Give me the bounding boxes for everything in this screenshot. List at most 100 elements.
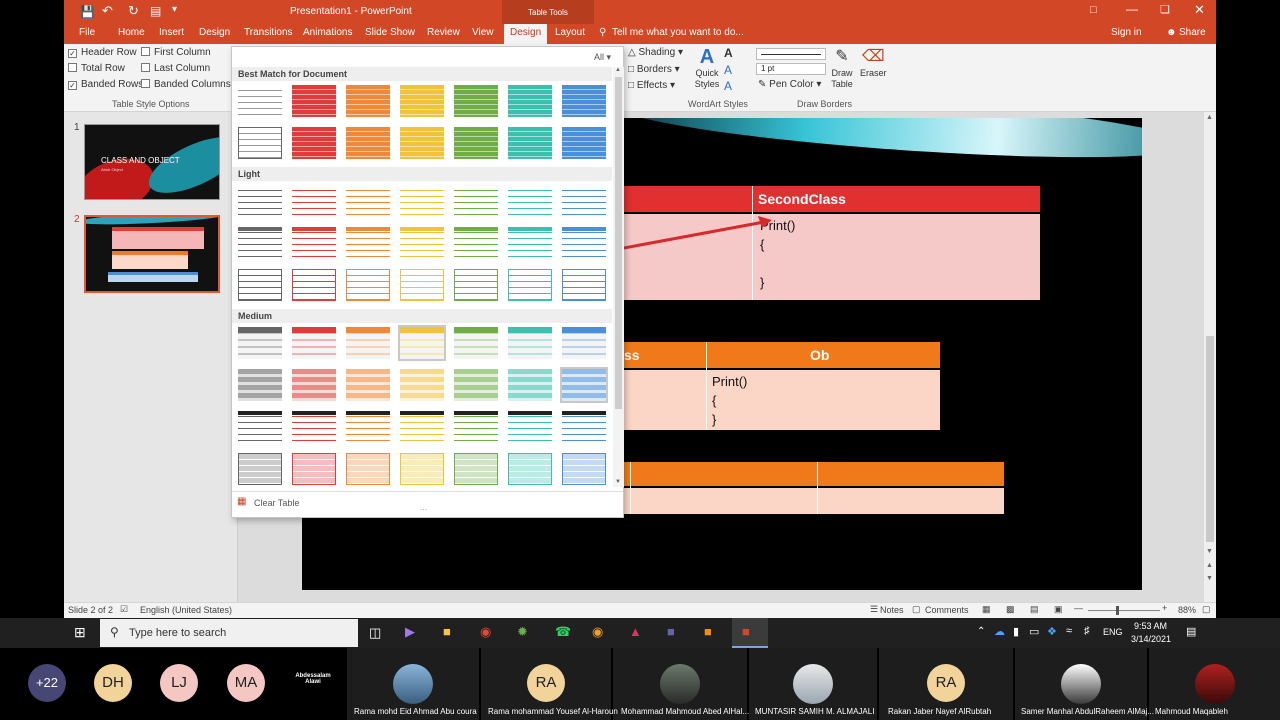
shading-button[interactable]: △ Shading ▾ <box>628 47 683 58</box>
table-style-swatch[interactable] <box>454 411 498 443</box>
eraser-button[interactable]: ⌫ Eraser <box>860 46 887 79</box>
gallery-scrollbar-thumb[interactable] <box>615 77 622 409</box>
zoom-in-icon[interactable]: + <box>1162 603 1167 613</box>
table-style-swatch[interactable] <box>346 453 390 485</box>
table3-body-row[interactable] <box>624 488 1004 514</box>
table-style-swatch[interactable] <box>454 185 498 217</box>
table-style-swatch[interactable] <box>292 369 336 401</box>
undo-icon[interactable]: ↶ <box>102 3 113 19</box>
resize-grip-icon[interactable]: ⋯ <box>420 506 427 514</box>
tab-table-layout[interactable]: Layout <box>555 27 585 38</box>
more-participants-badge[interactable]: +22 <box>28 664 66 702</box>
table-style-swatch[interactable] <box>400 453 444 485</box>
slideshow-from-start-icon[interactable]: ▤ <box>150 4 161 18</box>
browser-icon[interactable]: ◉ <box>592 624 603 640</box>
table-style-swatch[interactable] <box>454 127 498 159</box>
teams-icon[interactable]: ■ <box>667 624 675 639</box>
header-row-checkbox[interactable]: ✓ Header Row <box>68 47 137 58</box>
table1-header-cell[interactable]: SecondClass <box>758 191 846 207</box>
table-style-swatch[interactable] <box>238 227 282 259</box>
close-icon[interactable]: ✕ <box>1194 2 1205 18</box>
effects-button[interactable]: □ Effects ▾ <box>628 80 675 91</box>
battery-icon[interactable]: ▭ <box>1029 625 1039 638</box>
gallery-filter[interactable]: All ▾ <box>594 52 611 63</box>
table-style-swatch[interactable] <box>238 185 282 217</box>
tab-view[interactable]: View <box>472 27 494 38</box>
file-explorer-icon[interactable]: ■ <box>443 624 451 639</box>
tab-animations[interactable]: Animations <box>303 27 352 38</box>
table-style-swatch[interactable] <box>508 269 552 301</box>
comments-button[interactable]: Comments <box>925 605 969 615</box>
whatsapp-icon[interactable]: ☎ <box>555 624 571 640</box>
table2-header-row[interactable] <box>624 342 940 368</box>
table-style-swatch[interactable] <box>398 325 446 361</box>
text-effects-icon[interactable]: A <box>724 79 732 93</box>
customize-toolbar-icon[interactable]: ▾ <box>172 4 177 15</box>
powerpoint-taskbar-button[interactable]: ■ <box>732 618 768 648</box>
table-style-swatch[interactable] <box>400 227 444 259</box>
banded-columns-checkbox[interactable]: Banded Columns <box>141 79 231 90</box>
zoom-level[interactable]: 88% <box>1178 605 1196 615</box>
clock-time[interactable]: 9:53 AM <box>1134 621 1167 631</box>
table-style-swatch[interactable] <box>292 327 336 359</box>
previous-slide-icon[interactable]: ▲ <box>1206 562 1213 569</box>
ribbon-display-icon[interactable]: □ <box>1090 4 1097 16</box>
table-style-swatch[interactable] <box>454 227 498 259</box>
fit-to-window-icon[interactable]: ▢ <box>1202 604 1211 615</box>
table-style-swatch[interactable] <box>292 453 336 485</box>
tab-review[interactable]: Review <box>427 27 460 38</box>
show-hidden-icons[interactable]: ⌃ <box>977 626 985 637</box>
table-style-swatch[interactable] <box>454 453 498 485</box>
app-orange-icon[interactable]: ■ <box>704 624 712 639</box>
table-style-swatch[interactable] <box>454 327 498 359</box>
table-style-swatch[interactable] <box>238 85 282 117</box>
banded-rows-checkbox[interactable]: ✓ Banded Rows <box>68 79 143 90</box>
share-button[interactable]: Share <box>1179 27 1206 38</box>
last-column-checkbox[interactable]: Last Column <box>141 63 210 74</box>
tab-file[interactable]: File <box>79 27 95 38</box>
table-style-swatch[interactable] <box>346 411 390 443</box>
table-style-swatch[interactable] <box>562 127 606 159</box>
onedrive-icon[interactable]: ☁ <box>994 625 1005 638</box>
clear-table-button[interactable]: Clear Table <box>254 498 299 508</box>
zoom-slider[interactable] <box>1088 610 1160 611</box>
table-style-swatch[interactable] <box>508 227 552 259</box>
table-style-swatch[interactable] <box>346 269 390 301</box>
share-icon[interactable]: ☻ <box>1166 27 1177 38</box>
table-style-swatch[interactable] <box>346 85 390 117</box>
restore-icon[interactable]: ❏ <box>1160 3 1170 16</box>
taskbar-search-box[interactable]: ⚲ Type here to search <box>100 619 358 647</box>
table-style-swatch[interactable] <box>238 269 282 301</box>
tell-me-input[interactable]: Tell me what you want to do... <box>612 27 744 38</box>
participant-avatar-dh[interactable]: DH <box>94 664 132 702</box>
volume-icon[interactable]: ♯ <box>1084 625 1090 637</box>
zoom-slider-thumb[interactable] <box>1116 606 1119 615</box>
input-language[interactable]: ENG <box>1103 627 1123 637</box>
tab-transitions[interactable]: Transitions <box>244 27 293 38</box>
scrollbar-thumb[interactable] <box>1206 336 1214 542</box>
participant-avatar-lj[interactable]: LJ <box>160 664 198 702</box>
table-style-swatch[interactable] <box>562 411 606 443</box>
pen-style-select[interactable] <box>756 48 826 60</box>
table-style-swatch[interactable] <box>508 369 552 401</box>
draw-table-button[interactable]: ✎ Draw Table <box>830 46 854 90</box>
clock-date[interactable]: 3/14/2021 <box>1131 634 1171 644</box>
notes-icon[interactable]: ☰ <box>870 604 878 615</box>
chrome-icon[interactable]: ◉ <box>480 624 491 640</box>
table-style-swatch[interactable] <box>562 327 606 359</box>
table2-header-left[interactable]: ss <box>624 347 640 363</box>
save-icon[interactable]: 💾 <box>80 5 95 19</box>
wifi-icon[interactable]: ≈ <box>1066 625 1072 637</box>
visual-studio-icon[interactable]: ▶ <box>405 624 415 640</box>
reading-view-icon[interactable]: ▤ <box>1030 604 1039 615</box>
next-slide-icon[interactable]: ▼ <box>1206 575 1213 582</box>
table3-header-row[interactable] <box>624 462 1004 486</box>
table-style-swatch[interactable] <box>238 453 282 485</box>
table-style-swatch[interactable] <box>346 127 390 159</box>
quick-styles-button[interactable]: A Quick Styles <box>694 46 720 90</box>
table-style-swatch[interactable] <box>292 127 336 159</box>
app-m-icon[interactable]: ▲ <box>629 624 642 639</box>
slide-thumbnail-2[interactable] <box>84 215 220 293</box>
minimize-icon[interactable]: — <box>1126 2 1138 16</box>
table-style-swatch[interactable] <box>346 185 390 217</box>
